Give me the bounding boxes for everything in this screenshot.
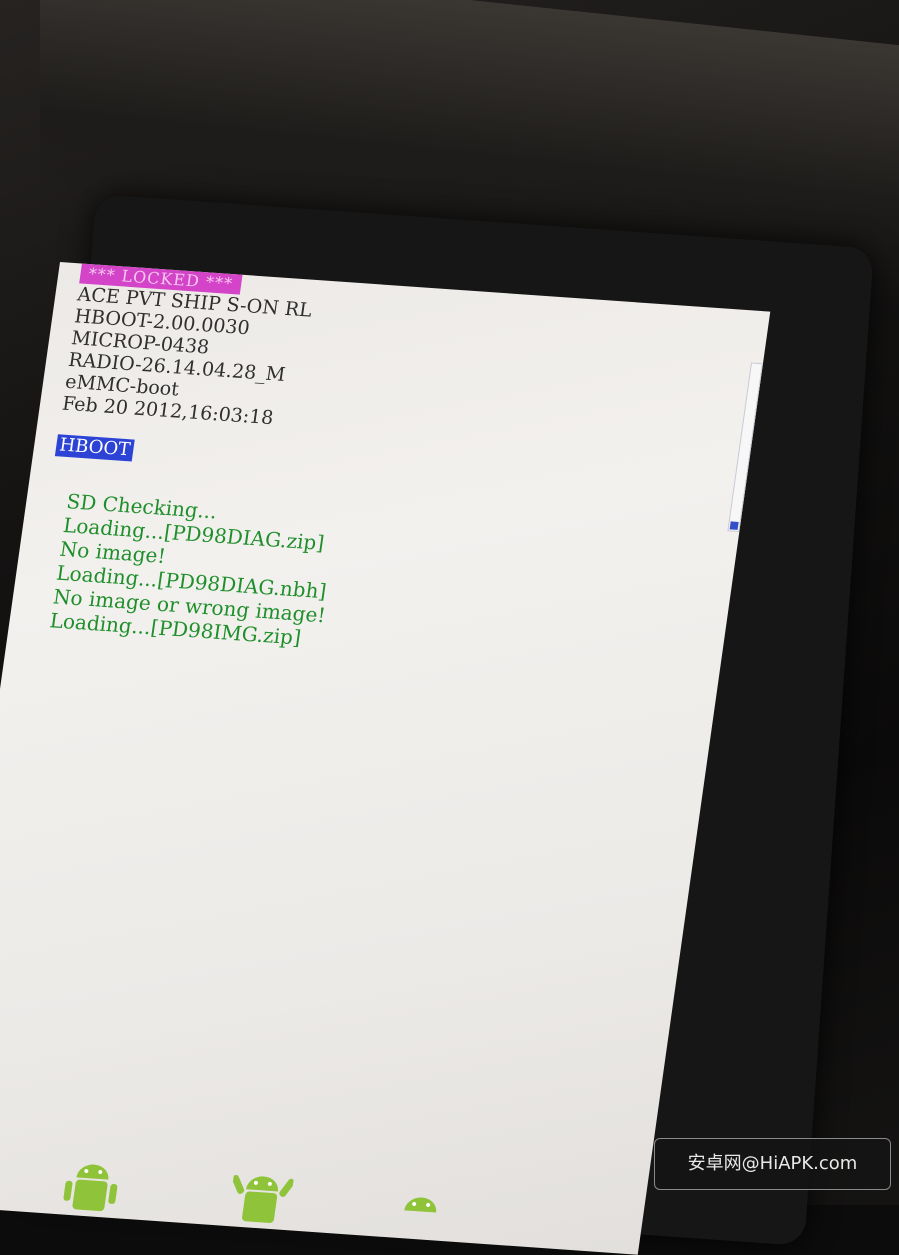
hboot-menu-item[interactable]: HBOOT [54,434,135,462]
android-robot-icon [404,1197,437,1213]
scrollbar-thumb[interactable] [729,521,739,530]
device-info: ACE PVT SHIP S-ON RL HBOOT-2.00.0030 MIC… [61,283,638,453]
boot-log: SD Checking... Loading...[PD98DIAG.zip] … [30,488,609,670]
android-robot-icon [231,1174,295,1223]
android-robot-icon [63,1164,118,1212]
bootloader-screen: *** LOCKED *** ACE PVT SHIP S-ON RL HBOO… [0,262,771,1255]
site-watermark: 安卓网@HiAPK.com [654,1138,891,1190]
bootloader-console: *** LOCKED *** ACE PVT SHIP S-ON RL HBOO… [30,263,640,670]
